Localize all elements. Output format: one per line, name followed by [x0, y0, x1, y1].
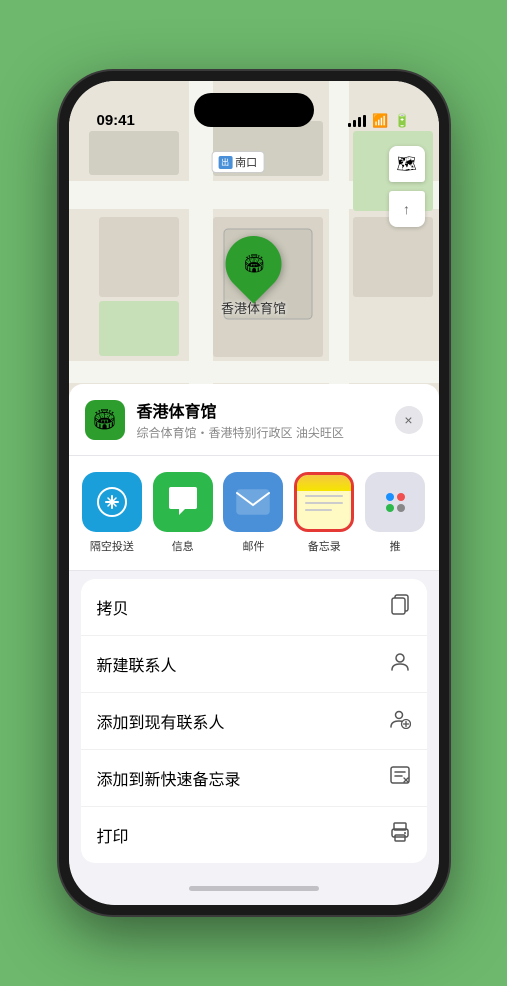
- action-new-contact-label: 新建联系人: [97, 652, 177, 676]
- airdrop-icon: [82, 472, 142, 532]
- location-card: 🏟 香港体育馆 综合体育馆・香港特别行政区 油尖旺区 ×: [69, 384, 439, 456]
- status-icons: 📶 🔋: [348, 113, 410, 129]
- action-quick-note-label: 添加到新快速备忘录: [97, 766, 241, 790]
- close-button[interactable]: ×: [395, 406, 423, 434]
- new-contact-icon: [389, 650, 411, 678]
- status-time: 09:41: [97, 112, 135, 129]
- share-item-more[interactable]: 推: [364, 472, 427, 554]
- copy-icon: [389, 593, 411, 621]
- share-item-notes[interactable]: 备忘录: [293, 472, 356, 554]
- location-name: 香港体育馆: [137, 398, 383, 422]
- mail-icon: [223, 472, 283, 532]
- share-item-airdrop[interactable]: 隔空投送: [81, 472, 144, 554]
- phone-frame: 09:41 📶 🔋: [59, 71, 449, 915]
- location-desc: 综合体育馆・香港特别行政区 油尖旺区: [137, 424, 383, 441]
- action-add-contact[interactable]: 添加到现有联系人: [81, 693, 427, 750]
- location-info: 香港体育馆 综合体育馆・香港特别行政区 油尖旺区: [137, 398, 383, 441]
- map-label-icon: 出: [218, 156, 232, 169]
- notes-label: 备忘录: [308, 538, 341, 554]
- notes-icon: [294, 472, 354, 532]
- wifi-icon: 📶: [372, 113, 388, 129]
- messages-label: 信息: [172, 538, 194, 554]
- map-label: 出 南口: [211, 151, 264, 173]
- action-quick-note[interactable]: 添加到新快速备忘录: [81, 750, 427, 807]
- print-icon: [389, 821, 411, 849]
- home-bar: [189, 886, 319, 891]
- action-add-contact-label: 添加到现有联系人: [97, 709, 225, 733]
- map-label-text: 南口: [235, 154, 257, 170]
- map-controls: 🗺 ↑: [389, 146, 425, 227]
- messages-icon: [153, 472, 213, 532]
- action-list: 拷贝 新建联系人: [81, 579, 427, 863]
- location-marker: 🏟 香港体育馆: [221, 236, 286, 317]
- add-contact-icon: [389, 707, 411, 735]
- action-copy-label: 拷贝: [97, 595, 129, 619]
- airdrop-label: 隔空投送: [90, 538, 134, 554]
- action-print[interactable]: 打印: [81, 807, 427, 863]
- signal-bar-1: [348, 123, 351, 127]
- phone-screen: 09:41 📶 🔋: [69, 81, 439, 905]
- share-item-mail[interactable]: 邮件: [222, 472, 285, 554]
- quick-note-icon: [389, 764, 411, 792]
- more-label: 推: [390, 538, 401, 554]
- map-type-button[interactable]: 🗺: [389, 146, 425, 182]
- marker-inner-icon: 🏟: [242, 254, 265, 275]
- location-card-icon: 🏟: [85, 400, 125, 440]
- signal-bar-4: [363, 115, 366, 127]
- bottom-sheet: 🏟 香港体育馆 综合体育馆・香港特别行政区 油尖旺区 ×: [69, 384, 439, 905]
- action-copy[interactable]: 拷贝: [81, 579, 427, 636]
- dynamic-island: [194, 93, 314, 127]
- compass-button[interactable]: ↑: [389, 191, 425, 227]
- action-new-contact[interactable]: 新建联系人: [81, 636, 427, 693]
- mail-label: 邮件: [242, 538, 264, 554]
- home-indicator: [69, 871, 439, 905]
- signal-bar-3: [358, 117, 361, 127]
- more-icon: [365, 472, 425, 532]
- signal-bar-2: [353, 120, 356, 127]
- battery-icon: 🔋: [394, 113, 410, 129]
- signal-bars-icon: [348, 115, 366, 127]
- marker-pin: 🏟: [214, 224, 293, 303]
- action-print-label: 打印: [97, 823, 129, 847]
- share-item-messages[interactable]: 信息: [151, 472, 214, 554]
- share-row: 隔空投送 信息: [69, 456, 439, 571]
